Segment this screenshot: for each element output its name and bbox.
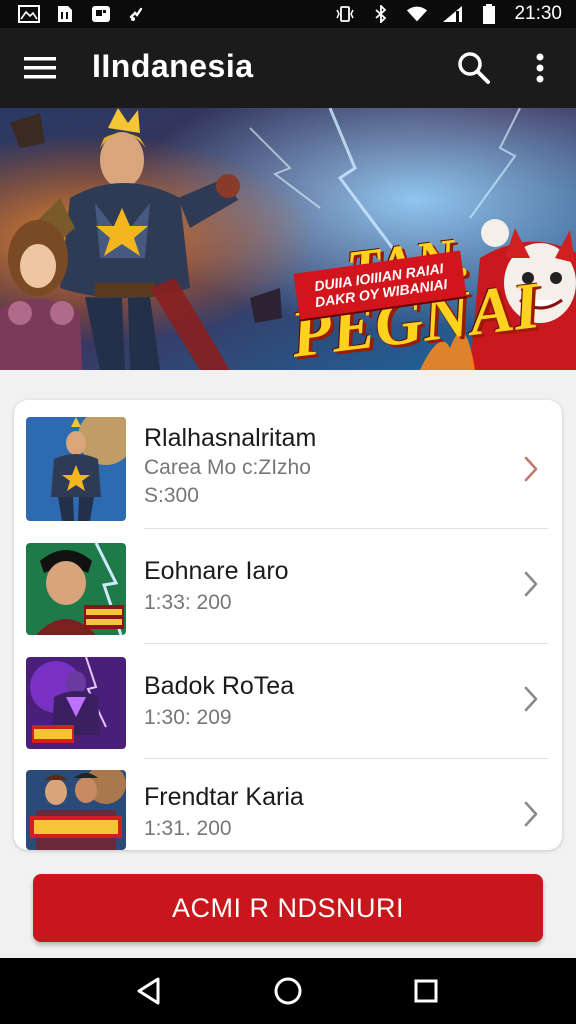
primary-action-button[interactable]: ACMI R NDSNURI	[33, 874, 543, 942]
status-left-icons	[18, 5, 148, 23]
battery-icon	[478, 4, 500, 24]
app-icon	[90, 5, 112, 23]
item-name: Frendtar Karia	[144, 783, 304, 811]
hamburger-menu-icon[interactable]	[22, 52, 58, 84]
list-item[interactable]: Badok RoTea 1:30: 209	[14, 644, 562, 758]
list-item[interactable]: Frendtar Karia 1:31. 200	[14, 759, 562, 850]
more-vert-icon[interactable]	[522, 48, 558, 88]
back-triangle-icon[interactable]	[132, 974, 166, 1008]
list-item[interactable]: Rlalhasnalritam Carea Mo c:ZIzho S:300	[14, 400, 562, 521]
notification-icon	[126, 5, 148, 23]
game-thumbnail	[26, 543, 126, 635]
search-icon[interactable]	[454, 48, 494, 88]
status-bar: 21:30	[0, 0, 576, 28]
gallery-icon	[18, 5, 40, 23]
item-name: Eohnare Iaro	[144, 557, 289, 585]
system-nav-bar	[0, 958, 576, 1024]
app-title: IIndanesia	[92, 48, 254, 84]
item-name: Badok RoTea	[144, 672, 295, 700]
item-subtitle: 1:33: 200	[144, 591, 232, 614]
game-thumbnail	[26, 770, 126, 850]
game-list: Rlalhasnalritam Carea Mo c:ZIzho S:300 E…	[14, 400, 562, 850]
bluetooth-icon	[370, 5, 392, 23]
app-bar: IIndanesia	[0, 28, 576, 108]
game-thumbnail	[26, 657, 126, 749]
item-subtitle: 1:30: 209	[144, 706, 232, 729]
item-name: Rlalhasnalritam	[144, 424, 317, 452]
list-item[interactable]: Eohnare Iaro 1:33: 200	[14, 529, 562, 643]
status-right-icons: 21:30	[334, 3, 562, 25]
chevron-right-icon[interactable]	[520, 454, 542, 484]
promo-banner[interactable]: TAN. PEGNAI DUIIA IOIIIAN RAIAI DAKR OY …	[0, 108, 576, 370]
item-subtitle: 1:31. 200	[144, 817, 232, 840]
item-subtitle: Carea Mo c:ZIzho	[144, 456, 311, 479]
home-circle-icon[interactable]	[271, 974, 305, 1008]
chevron-right-icon[interactable]	[520, 569, 542, 599]
vibrate-icon	[334, 5, 356, 23]
wifi-icon	[406, 5, 428, 23]
game-thumbnail	[26, 417, 126, 521]
signal-icon	[442, 5, 464, 23]
recents-square-icon[interactable]	[409, 974, 443, 1008]
sim-icon	[54, 5, 76, 23]
status-time: 21:30	[514, 3, 562, 24]
chevron-right-icon[interactable]	[520, 799, 542, 829]
chevron-right-icon[interactable]	[520, 684, 542, 714]
item-detail: S:300	[144, 484, 199, 507]
